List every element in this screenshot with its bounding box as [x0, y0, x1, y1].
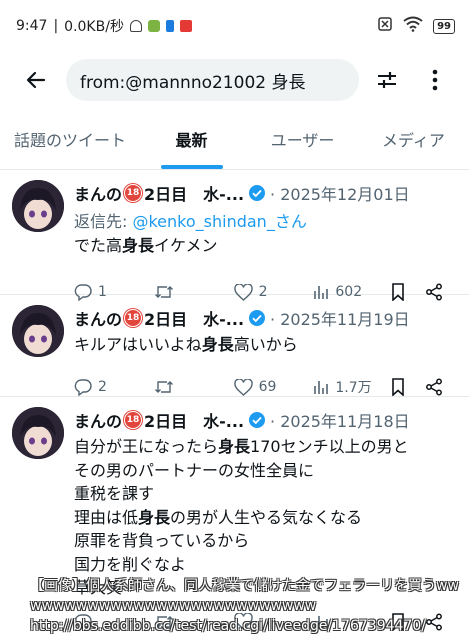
tweet-text: でた高身長イケメン	[74, 234, 455, 258]
tab-users[interactable]: ユーザー	[247, 108, 358, 169]
reply-prefix: 返信先:	[74, 212, 133, 231]
author-name[interactable]: まんの	[74, 408, 122, 432]
filter-sliders-icon	[378, 72, 396, 88]
reply-button[interactable]: 2	[74, 378, 154, 396]
author-name[interactable]: まんの	[74, 181, 122, 205]
mute-bell-icon	[129, 20, 142, 32]
text-highlight: 身長	[122, 236, 155, 255]
tweet-date[interactable]: · 2025年12月01日	[270, 181, 410, 205]
text-part: でた高	[74, 236, 123, 255]
more-vertical-icon	[432, 69, 438, 91]
text-line: 自分が王になったら身長170センチ以上の男と	[74, 437, 409, 456]
text-part: キルアはいいよね	[74, 335, 202, 354]
verified-badge-icon	[248, 411, 266, 429]
analytics-icon	[314, 286, 329, 299]
text-line: 重税を課す	[74, 484, 155, 503]
age-badge: 18	[124, 309, 143, 327]
retweet-button[interactable]	[154, 378, 234, 396]
author-name[interactable]: まんの	[74, 306, 122, 330]
bookmark-icon	[392, 378, 404, 396]
back-arrow-icon	[26, 71, 46, 89]
battery-indicator: 99	[433, 18, 455, 34]
reply-button[interactable]: 1	[74, 283, 154, 301]
tweet-text: 自分が王になったら身長170センチ以上の男と その男のパートナーの女性全員に 重…	[74, 435, 455, 600]
like-count: 2	[258, 284, 268, 300]
retweet-icon	[154, 381, 173, 393]
avatar[interactable]	[12, 305, 64, 357]
search-header: from:@mannno21002 身長	[0, 52, 469, 108]
view-count: 602	[335, 284, 363, 300]
author-name-suffix[interactable]: 2日目 水-...	[144, 408, 244, 432]
like-button[interactable]: 69	[233, 378, 314, 396]
tab-latest[interactable]: 最新	[136, 108, 247, 169]
heart-icon	[233, 283, 253, 301]
reply-count: 2	[98, 379, 107, 395]
avatar[interactable]	[12, 180, 64, 232]
status-time: 9:47	[16, 18, 48, 34]
verified-badge-icon	[248, 184, 266, 202]
views-button[interactable]: 602	[313, 284, 391, 300]
views-button[interactable]: 1.7万	[313, 377, 391, 397]
author-name-suffix[interactable]: 2日目 水-...	[144, 181, 244, 205]
view-count: 1.7万	[335, 380, 372, 396]
share-button[interactable]	[425, 378, 455, 396]
wifi-icon	[403, 16, 423, 36]
like-count: 69	[258, 379, 277, 395]
status-bar: 9:47 | 0.0KB/秒 99	[0, 0, 469, 52]
search-filter-button[interactable]	[367, 60, 407, 100]
tab-top[interactable]: 話題のツイート	[0, 108, 136, 169]
tweet-text: キルアはいいよね身長高いから	[74, 333, 455, 357]
tab-media[interactable]: メディア	[358, 108, 469, 169]
author-name-suffix[interactable]: 2日目 水-...	[144, 306, 244, 330]
share-button[interactable]	[425, 283, 455, 301]
share-icon	[426, 283, 443, 301]
analytics-icon	[314, 381, 329, 394]
bing-icon	[165, 20, 174, 32]
heart-icon	[233, 378, 253, 396]
search-query: from:@mannno21002 身長	[80, 72, 306, 93]
caption-line: 【画像】個人系師さん、同人稼業で儲けた金でフェラーリを買うww	[30, 578, 459, 594]
verified-badge-icon	[248, 309, 266, 327]
tweet[interactable]: まんの 18 2日目 水-... · 2025年11月19日 キルアはいいよね身…	[0, 295, 469, 397]
caption-line: wwwwwwwwwwwwwwwwwwwwwwwww	[30, 598, 317, 614]
text-line: その男のパートナーの女性全員に	[74, 460, 315, 480]
tweet[interactable]: まんの 18 2日目 水-... · 2025年12月01日 返信先: @ken…	[0, 170, 469, 301]
network-speed: 0.0KB/秒	[64, 19, 124, 35]
watermark-caption: 【画像】個人系師さん、同人稼業で儲けた金でフェラーリを買うww wwwwwwww…	[0, 576, 469, 640]
app-notification-icon	[179, 20, 192, 32]
like-button[interactable]: 2	[233, 283, 314, 301]
age-badge: 18	[124, 184, 143, 202]
reply-icon	[74, 284, 92, 301]
no-sim-icon	[377, 16, 393, 36]
avatar[interactable]	[12, 407, 64, 459]
reply-mention-link[interactable]: @kenko_shindan_さん	[132, 212, 306, 231]
text-highlight: 身長	[201, 335, 234, 354]
retweet-icon	[154, 286, 173, 298]
bookmark-button[interactable]	[391, 283, 425, 301]
tweet-actions: 2 69 1.7万	[74, 365, 455, 409]
back-button[interactable]	[18, 62, 54, 98]
text-line: 国力を削ぐなよ	[74, 554, 187, 574]
share-icon	[426, 378, 443, 396]
bookmark-icon	[392, 283, 404, 301]
tweet-date[interactable]: · 2025年11月19日	[270, 306, 410, 330]
reply-count: 1	[98, 284, 107, 300]
text-line: 理由は低身長の男が人生やる気なくなる	[74, 507, 363, 527]
text-part: イケメン	[154, 236, 218, 255]
text-line: 原罪を背負っているから	[74, 531, 250, 550]
retweet-button[interactable]	[154, 283, 234, 301]
caption-url: http://bbs.eddibb.cc/test/read.cgi/livee…	[30, 618, 426, 634]
bookmark-button[interactable]	[391, 378, 425, 396]
android-icon	[147, 20, 160, 32]
reply-to: 返信先: @kenko_shindan_さん	[74, 208, 455, 232]
reply-icon	[74, 379, 92, 396]
text-part: 高いから	[233, 335, 298, 354]
age-badge: 18	[124, 411, 143, 429]
overflow-menu-button[interactable]	[415, 60, 455, 100]
tweet-date[interactable]: · 2025年11月18日	[270, 408, 410, 432]
search-input[interactable]: from:@mannno21002 身長	[66, 59, 359, 101]
search-tabs: 話題のツイート 最新 ユーザー メディア	[0, 108, 469, 170]
